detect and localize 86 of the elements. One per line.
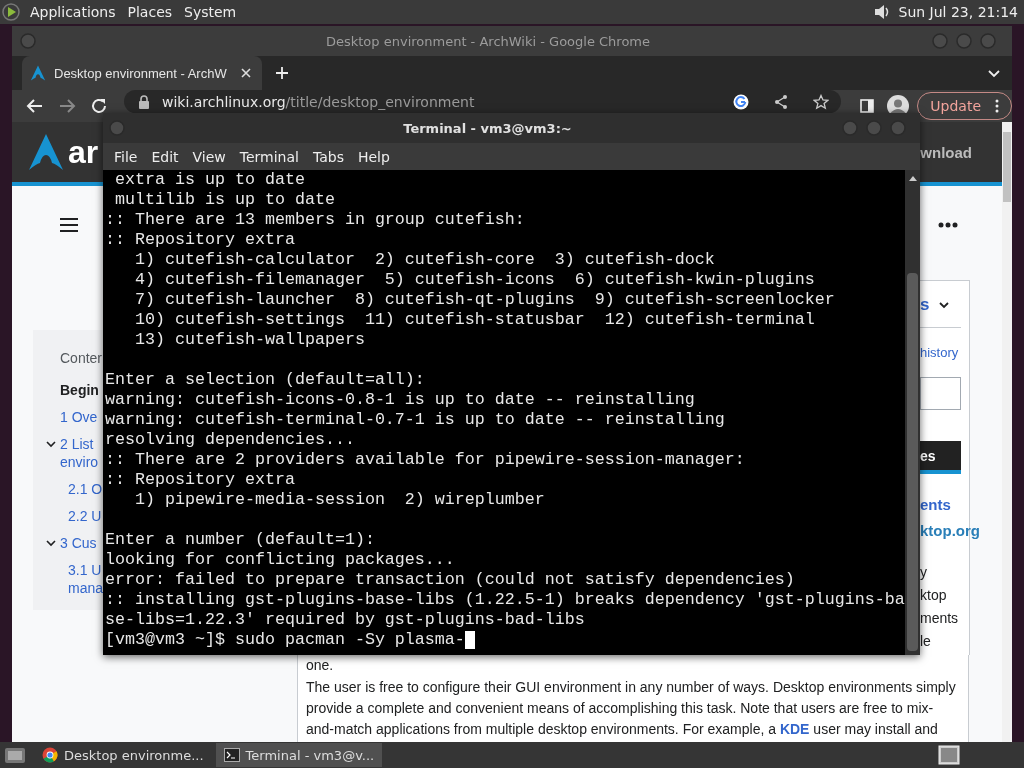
panel-menu[interactable]: Places <box>123 4 181 20</box>
terminal-line: :: Repository extra <box>105 470 296 490</box>
terminal-line: 13) cutefish-wallpapers <box>134 330 366 350</box>
clock[interactable]: Sun Jul 23, 21:14 <box>898 4 1018 20</box>
search-button[interactable]: es <box>920 441 961 474</box>
text-cursor <box>464 631 475 649</box>
article-text: one. <box>306 656 335 675</box>
star-icon[interactable] <box>813 93 830 110</box>
terminal-line: extra is up to date <box>114 170 306 190</box>
logo-text[interactable]: ar <box>68 133 99 171</box>
toc-link[interactable]: 3 Cus <box>60 534 97 552</box>
plus-icon[interactable] <box>274 65 290 81</box>
task-button[interactable]: Desktop environme... <box>34 743 212 767</box>
article-text: y <box>920 563 927 582</box>
forward-arrow-icon[interactable] <box>58 97 76 115</box>
speaker-icon[interactable] <box>872 3 891 21</box>
terminal-line: :: Repository extra <box>105 230 296 250</box>
panel-menu[interactable]: System <box>180 4 245 20</box>
reload-icon[interactable] <box>90 97 108 115</box>
address-bar[interactable]: wiki.archlinux.org/title/desktop_environment <box>124 90 842 113</box>
back-arrow-icon[interactable] <box>26 97 44 115</box>
terminal-line: 10) cutefish-settings 11) cutefish-statusbar 12) cutefish-terminal <box>134 310 816 330</box>
terminal-line: 4) cutefish-filemanager 5) cutefish-icons 6) cutefish-kwin-plugins <box>134 270 816 290</box>
share-icon[interactable] <box>773 93 790 110</box>
triangle-logo-icon[interactable] <box>28 133 64 171</box>
lock-icon[interactable] <box>136 93 152 110</box>
more-icon[interactable] <box>938 222 958 228</box>
terminal-line: error: failed to prepare transaction (could not satisfy dependencies) <box>105 570 796 590</box>
window-title: Terminal - vm3@vm3:~ <box>402 120 573 136</box>
terminal-line: 1) pipewire-media-session 2) wireplumber <box>134 490 546 510</box>
menu-item[interactable]: View <box>187 148 231 165</box>
menu-item[interactable]: Terminal <box>234 148 304 165</box>
related-link[interactable]: ents <box>920 495 951 515</box>
nav-link[interactable]: wnload <box>920 143 972 161</box>
terminal-line: Enter a selection (default=all): <box>105 370 426 390</box>
google-icon[interactable] <box>733 93 750 110</box>
terminal-line: Enter a number (default=1): <box>105 530 376 550</box>
terminal-line: :: installing gst-plugins-base-libs (1.22.5-1) breaks dependency 'gst-plugins-ba <box>105 590 905 610</box>
menu-icon[interactable] <box>60 218 78 232</box>
scrollbar[interactable] <box>905 170 920 655</box>
chevron-down-icon[interactable] <box>939 300 950 310</box>
chrome-icon <box>42 747 58 763</box>
history-link[interactable]: history <box>920 344 969 362</box>
menu-item[interactable]: Edit <box>146 148 184 165</box>
article-text: ktop <box>920 586 947 605</box>
chevron-icon[interactable] <box>46 439 56 449</box>
play-logo-icon[interactable] <box>2 3 20 21</box>
terminal-line: 7) cutefish-launcher 8) cutefish-qt-plugins 9) cutefish-screenlocker <box>134 290 836 310</box>
menu-item[interactable]: Tabs <box>307 148 349 165</box>
terminal-line: multilib is up to date <box>114 190 336 210</box>
kde-link[interactable]: KDE <box>779 721 810 737</box>
menu-item[interactable]: File <box>109 148 143 165</box>
browser-tab[interactable]: Desktop environment - ArchW <box>22 56 262 90</box>
article-paragraph: The user is free to configure their GUI environment in any number of ways. Desktop environments simply provide a complete and convenient means of accomplishing this task. Note that users are free to mix-and-match applications from multiple desktop environments. For example, a KDE user may install and <box>306 678 957 739</box>
desktop-icon[interactable] <box>4 745 26 765</box>
terminal-line: warning: cutefish-terminal-0.7-1 is up to date -- reinstalling <box>105 410 726 430</box>
workspace-icon[interactable] <box>938 745 960 765</box>
sidebar-icon[interactable] <box>859 98 876 114</box>
triangle-logo-icon <box>30 65 46 81</box>
search-field[interactable] <box>920 377 961 410</box>
toc-link[interactable]: 1 Ove <box>60 408 98 426</box>
command-prompt: [vm3@vm3 ~]$ sudo pacman -Sy plasma- <box>105 630 465 650</box>
terminal-line: :: There are 2 providers available for pipewire-session-manager: <box>105 450 746 470</box>
terminal-line: looking for conflicting packages... <box>105 550 456 570</box>
article-text: le <box>920 632 931 651</box>
terminal-icon <box>223 747 240 763</box>
toc-link[interactable]: 2.1 O <box>68 480 103 498</box>
terminal-line: se-libs=1.22.3' required by gst-plugins-bad-libs <box>105 610 586 630</box>
task-button[interactable]: Terminal - vm3@v... <box>215 743 383 767</box>
dropdown-label[interactable]: s <box>920 293 930 317</box>
article-text: ments <box>920 609 959 628</box>
panel-menu[interactable]: Applications <box>26 4 124 20</box>
terminal-line: 1) cutefish-calculator 2) cutefish-core 3) cutefish-dock <box>134 250 716 270</box>
related-link[interactable]: ktop.org <box>920 521 980 541</box>
menu-item[interactable]: Help <box>352 148 395 165</box>
terminal-line: :: There are 13 members in group cutefish: <box>105 210 526 230</box>
toc-link[interactable]: 2.2 U <box>68 507 102 525</box>
terminal-line: warning: cutefish-icons-0.8-1 is up to date -- reinstalling <box>105 390 696 410</box>
toc-link[interactable]: 2 List enviro <box>60 435 99 471</box>
scrollbar[interactable] <box>1002 122 1012 742</box>
terminal-line: resolving dependencies... <box>105 430 356 450</box>
toc-link[interactable]: Begin <box>60 381 99 399</box>
window-title: Desktop environment - ArchWiki - Google Chrome <box>324 33 652 49</box>
contents-heading: Conter <box>60 349 103 367</box>
chevron-icon[interactable] <box>46 538 56 548</box>
toc-link[interactable]: 3.1 U mana <box>68 561 104 597</box>
